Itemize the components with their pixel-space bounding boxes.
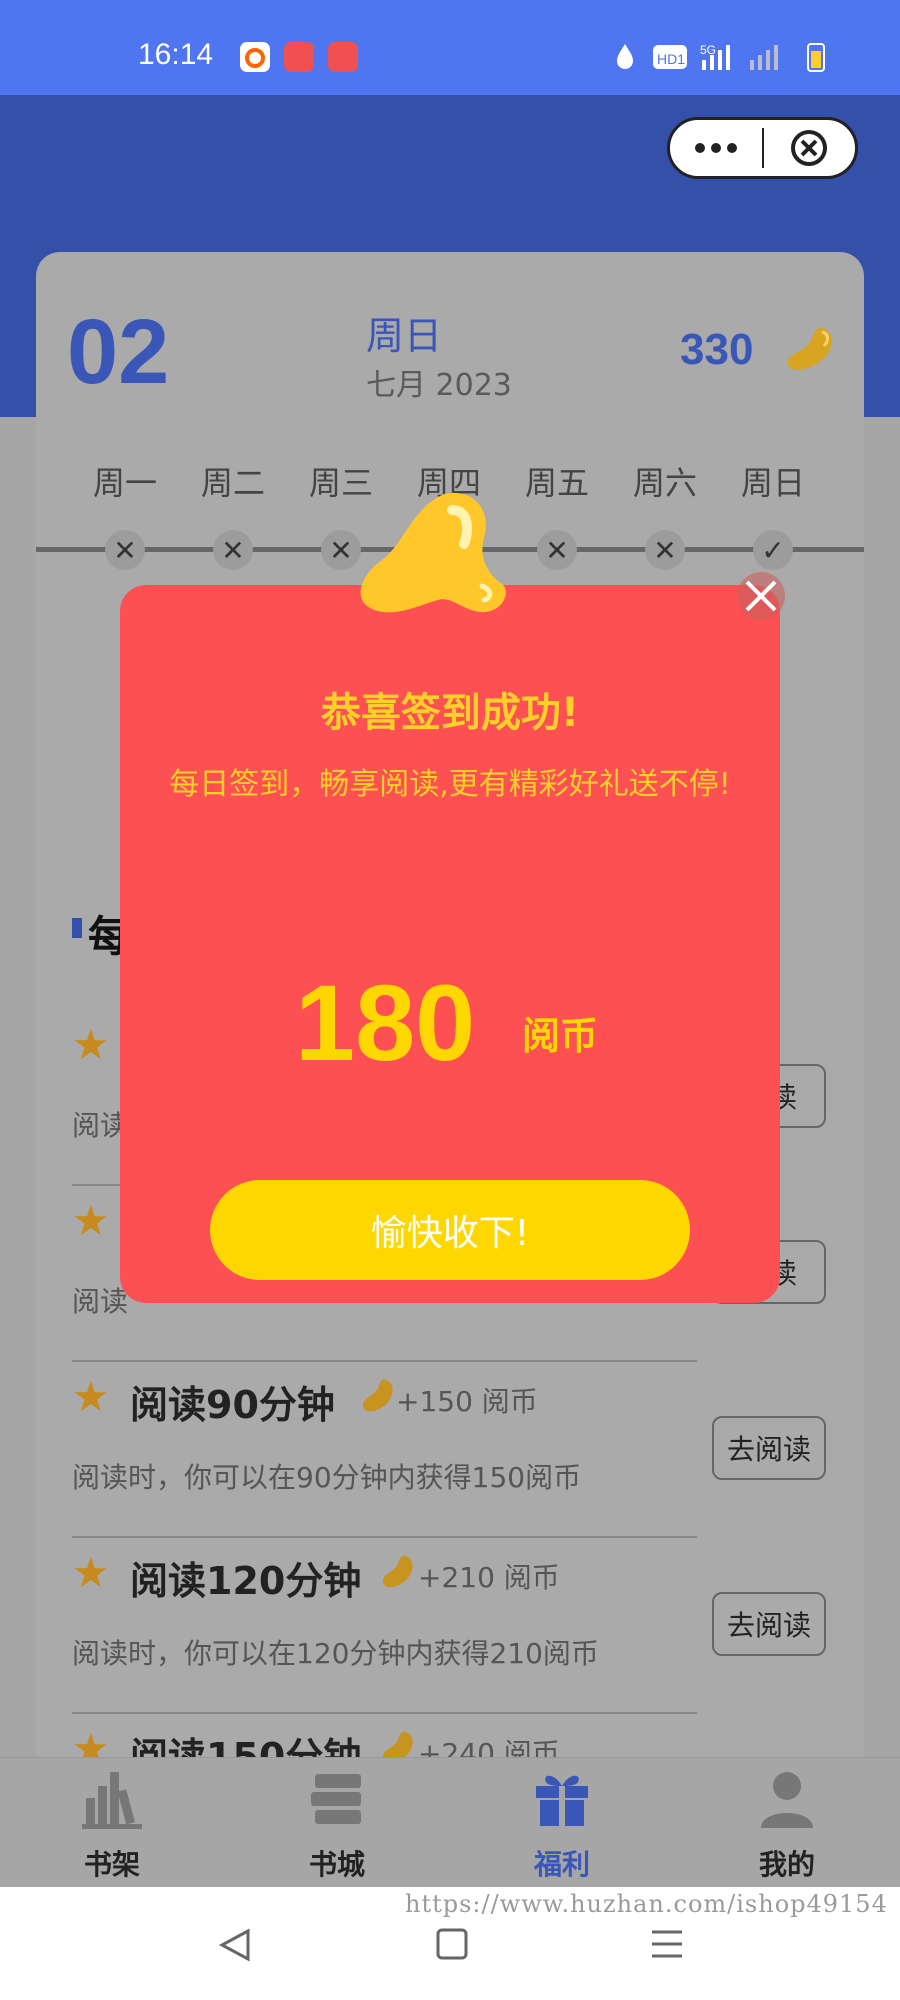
task-desc: 阅读时，你可以在120分钟内获得210阅币: [72, 1637, 599, 1670]
star-icon: ★: [72, 1020, 110, 1069]
weekday-label: 周日: [366, 314, 443, 358]
go-read-label: 去阅读: [726, 1609, 811, 1642]
bean-coin-icon: [787, 327, 832, 370]
month-year: 七月 2023: [366, 368, 512, 403]
day-label: 周日: [740, 464, 805, 502]
bookshelf-icon: [82, 1772, 142, 1829]
gift-icon: [536, 1775, 588, 1826]
close-circle-icon: [791, 130, 828, 166]
star-icon: ★: [72, 1724, 110, 1757]
tab-bookstore[interactable]: 书城: [277, 1758, 397, 1888]
task-title: 阅读120分钟: [130, 1559, 362, 1603]
task-reward: +240 阅币: [418, 1737, 560, 1757]
didi-app-icon: [240, 42, 270, 72]
video-app-icon: [328, 42, 358, 72]
task-desc: 阅读: [72, 1285, 129, 1318]
modal-title: 恭喜签到成功!: [320, 690, 580, 736]
status-time: 16:14: [138, 38, 214, 71]
home-nav-icon[interactable]: [435, 1927, 469, 1961]
missed-icon: ✕: [213, 530, 253, 570]
day-label: 周一: [92, 464, 157, 502]
tab-label: 书架: [83, 1848, 140, 1881]
coin-total: 330: [680, 325, 754, 374]
section-marker: [72, 918, 82, 938]
reward-amount: 180: [295, 962, 476, 1083]
app-notification-icon: [284, 42, 314, 72]
task-reward: +210 阅币: [418, 1561, 560, 1594]
more-button[interactable]: [670, 120, 762, 176]
status-bar: 16:14 HD1 5G: [0, 0, 900, 95]
miniapp-capsule: [667, 117, 858, 179]
bean-coin-icon: [382, 1555, 413, 1588]
task-desc: 阅读时，你可以在90分钟内获得150阅币: [72, 1461, 582, 1494]
task-title: 阅读90分钟: [130, 1383, 335, 1427]
tab-label: 福利: [533, 1848, 590, 1881]
go-read-label: 去阅读: [726, 1433, 811, 1466]
close-miniapp-button[interactable]: [764, 120, 856, 176]
accept-button[interactable]: 愉快收下!: [210, 1180, 690, 1280]
bookstore-icon: [311, 1774, 361, 1824]
tab-label: 我的: [758, 1848, 815, 1881]
task-divider: [72, 1536, 697, 1538]
task-item: ★ 阅读90分钟 +150 阅币 阅读时，你可以在90分钟内获得150阅币: [72, 1364, 697, 1540]
task-title: 阅读150分钟: [130, 1735, 362, 1757]
tab-mine[interactable]: 我的: [727, 1758, 847, 1888]
status-icons: HD1 5G: [617, 43, 825, 72]
svg-text:HD1: HD1: [657, 51, 685, 67]
modal-close-icon[interactable]: [735, 570, 787, 622]
more-dots-icon: [694, 143, 737, 153]
day-label: 周二: [200, 464, 265, 502]
star-icon: ★: [72, 1548, 110, 1597]
task-reward: +150 阅币: [396, 1385, 538, 1418]
day-label: 周六: [632, 464, 697, 502]
tab-label: 书城: [308, 1848, 365, 1881]
back-nav-icon[interactable]: [218, 1927, 252, 1963]
modal-desc: 每日签到，畅享阅读,更有精彩好礼送不停!: [169, 767, 731, 802]
bean-coin-icon: [383, 1731, 413, 1757]
go-read-button[interactable]: 去阅读: [712, 1592, 826, 1656]
task-item: ★ 阅读120分钟 +210 阅币 阅读时，你可以在120分钟内获得210阅币: [72, 1540, 697, 1716]
task-divider: [72, 1360, 697, 1362]
missed-icon: ✕: [645, 530, 685, 570]
reward-unit: 阅币: [522, 1014, 599, 1058]
missed-icon: ✕: [105, 530, 145, 570]
menu-nav-icon[interactable]: [650, 1927, 684, 1961]
tab-bookshelf[interactable]: 书架: [52, 1758, 172, 1888]
checked-icon: ✓: [753, 530, 793, 570]
task-item: ★ 阅读150分钟 +240 阅币: [72, 1716, 697, 1757]
bottom-tabbar: 书架 书城 福利 我的: [0, 1757, 900, 1887]
go-read-button[interactable]: 去阅读: [712, 1416, 826, 1480]
star-icon: ★: [72, 1372, 110, 1421]
accept-button-label: 愉快收下!: [370, 1213, 530, 1254]
profile-icon: [761, 1772, 813, 1828]
bean-coin-icon: [362, 1379, 393, 1412]
watermark: https://www.huzhan.com/ishop49154: [405, 1890, 888, 1918]
bean-coin-icon: [360, 492, 506, 613]
star-icon: ★: [72, 1196, 110, 1245]
task-divider: [72, 1712, 697, 1714]
svg-text:5G: 5G: [700, 43, 716, 57]
tab-welfare[interactable]: 福利: [502, 1758, 622, 1888]
date-day: 02: [67, 301, 170, 403]
